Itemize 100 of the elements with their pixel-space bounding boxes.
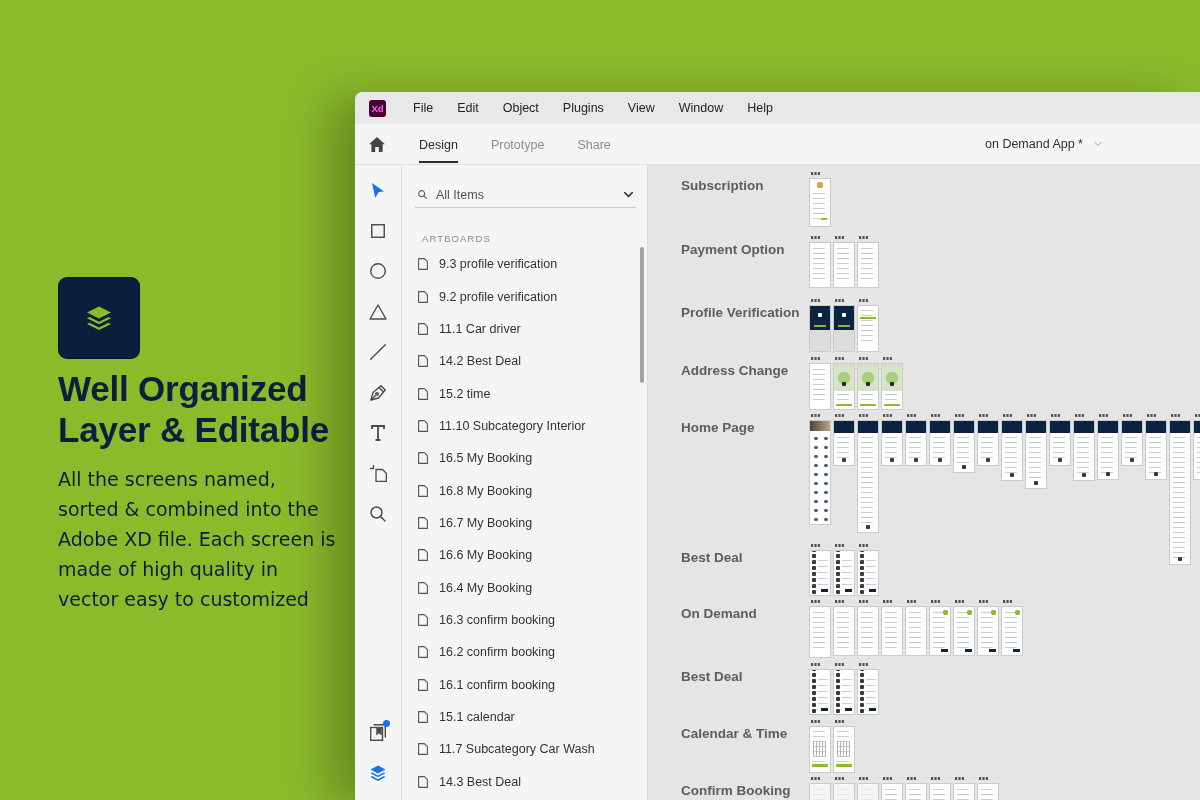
text-icon[interactable]: [371, 425, 385, 441]
artboard-thumbnail: [857, 550, 879, 596]
document-title[interactable]: on Demand App *: [985, 136, 1083, 152]
artboard-group-label: Payment Option: [681, 241, 786, 257]
layer-item[interactable]: 14.2 Best Deal: [415, 345, 636, 378]
artboard-thumbnail: [809, 305, 831, 352]
menu-item[interactable]: File: [413, 100, 434, 116]
home-icon[interactable]: [369, 136, 385, 152]
artboard-group-label: Profile Verification: [681, 304, 801, 320]
artboard-thumbnail: [809, 550, 831, 596]
artboard-thumbnail: [1073, 420, 1095, 481]
menu-item[interactable]: Help: [747, 100, 773, 116]
menu-item[interactable]: Edit: [457, 100, 479, 116]
artboard-thumbnail: [833, 606, 855, 656]
dots-icon: [955, 600, 964, 603]
page-icon: [418, 387, 428, 400]
artboard-thumbnail: [833, 669, 855, 715]
dots-icon: [811, 172, 820, 175]
dots-icon: [859, 663, 868, 666]
layer-item[interactable]: 11.7 Subcategory Car Wash: [415, 733, 636, 766]
search-field[interactable]: All Items: [436, 184, 612, 205]
artboard-thumbnail: [977, 420, 999, 466]
artboard-thumbnail: [1145, 420, 1167, 480]
scrollbar-thumb[interactable]: [640, 247, 644, 383]
dots-icon: [883, 414, 892, 417]
layer-item[interactable]: 16.1 confirm booking: [415, 668, 636, 701]
layer-item[interactable]: 16.3 confirm booking: [415, 603, 636, 637]
line-icon[interactable]: [370, 344, 386, 360]
layer-item[interactable]: 16.2 confirm booking: [415, 636, 636, 669]
triangle-icon[interactable]: [369, 303, 387, 320]
pointer-icon[interactable]: [372, 182, 384, 198]
layer-item[interactable]: 16.7 My Booking: [415, 506, 636, 540]
artboard-thumbnail: [857, 305, 879, 352]
layer-item[interactable]: 11.10 Subcategory Interior: [415, 409, 636, 443]
dots-icon: [1027, 414, 1036, 417]
artboard-group-label: Confirm Booking: [681, 782, 792, 798]
artboard-group-label: Home Page: [681, 419, 756, 435]
artboard-thumbnail: [833, 420, 855, 466]
dots-icon: [859, 414, 868, 417]
dots-icon: [835, 357, 844, 360]
layer-item[interactable]: 11.1 Car driver: [415, 312, 636, 346]
artboard-thumbnail: [1097, 420, 1119, 480]
page-icon: [418, 743, 428, 756]
app-logo: Xd: [369, 99, 386, 117]
menu-item[interactable]: Plugins: [562, 100, 604, 116]
pen-icon[interactable]: [370, 384, 386, 401]
dots-icon: [835, 720, 844, 723]
menu-item[interactable]: View: [627, 100, 655, 116]
layer-item[interactable]: 9.2 profile verification: [415, 280, 636, 313]
dots-icon: [859, 357, 868, 360]
page-icon: [418, 258, 428, 271]
layer-item[interactable]: 14.3 Best Deal: [415, 765, 636, 798]
layer-item[interactable]: 16.6 My Booking: [415, 539, 636, 572]
artboard-thumbnail: [953, 606, 975, 656]
search-icon: [418, 190, 427, 199]
dots-icon: [883, 600, 892, 603]
dots-icon: [979, 414, 988, 417]
dots-icon: [955, 414, 964, 417]
artboard-thumbnail: [809, 178, 831, 227]
artboard-thumbnail: [905, 606, 927, 656]
tab[interactable]: Design: [419, 124, 458, 163]
layer-item[interactable]: 15.2 time: [415, 377, 636, 410]
artboard-icon[interactable]: [369, 465, 387, 482]
artboard-thumbnail: [833, 305, 855, 352]
artboard-thumbnail: [833, 550, 855, 596]
artboard-thumbnail: [809, 726, 831, 773]
dots-icon: [1123, 414, 1132, 417]
pages-icon[interactable]: [370, 723, 386, 741]
dots-icon: [859, 236, 868, 239]
artboard-thumbnail: [809, 606, 831, 658]
dots-icon: [811, 720, 820, 723]
layer-item[interactable]: 16.8 My Booking: [415, 474, 636, 507]
dots-icon: [907, 777, 916, 780]
layer-item[interactable]: 16.5 My Booking: [415, 442, 636, 475]
dots-icon: [1147, 414, 1156, 417]
page-icon: [418, 452, 428, 465]
circle-icon[interactable]: [370, 263, 386, 279]
dots-icon: [859, 600, 868, 603]
artboard-thumbnail: [809, 242, 831, 288]
dots-icon: [979, 600, 988, 603]
menu-item[interactable]: Object: [502, 100, 539, 116]
magnifier-icon[interactable]: [370, 506, 386, 522]
dots-icon: [811, 236, 820, 239]
artboard-thumbnail: [1121, 420, 1143, 466]
square-icon[interactable]: [371, 223, 385, 238]
section-heading: ARTBOARDS: [421, 233, 492, 245]
dots-icon: [1075, 414, 1084, 417]
page-icon: [418, 290, 428, 303]
artboard-thumbnail: [857, 669, 879, 715]
layer-item[interactable]: 9.3 profile verification: [415, 248, 636, 281]
page-icon: [418, 549, 428, 562]
menu-item[interactable]: Window: [678, 100, 724, 116]
layer-item[interactable]: 16.4 My Booking: [415, 571, 636, 604]
dots-icon: [931, 414, 940, 417]
dots-icon: [1051, 414, 1060, 417]
artboard-thumbnail: [809, 363, 831, 410]
layers-icon[interactable]: [370, 765, 386, 781]
dots-icon: [811, 663, 820, 666]
layer-item[interactable]: 15.1 calendar: [415, 700, 636, 734]
page-icon: [418, 646, 428, 659]
